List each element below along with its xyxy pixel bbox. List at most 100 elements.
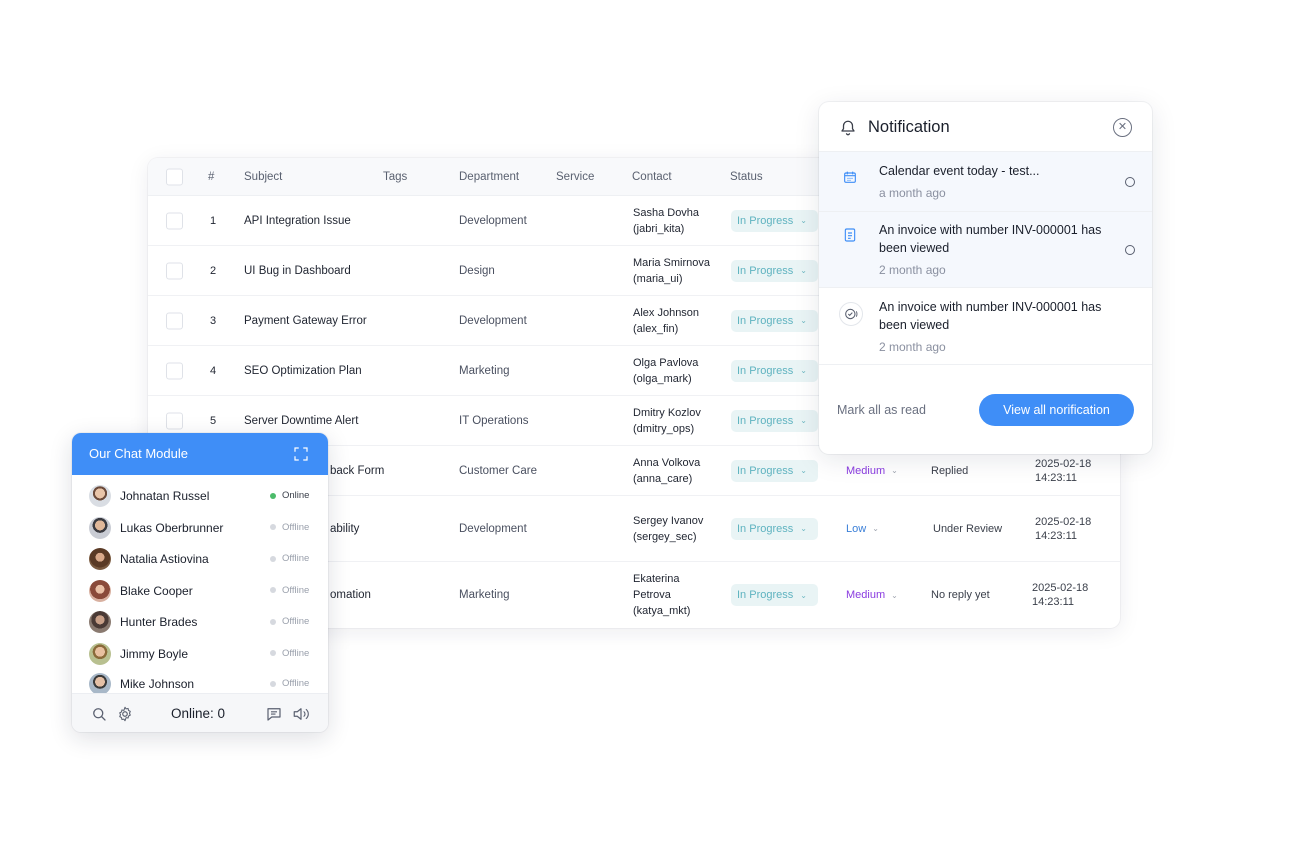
chat-user[interactable]: Mike Johnson Offline — [72, 669, 328, 693]
row-subject[interactable]: UI Bug in Dashboard — [244, 265, 351, 277]
notification-text: Calendar event today - test... — [879, 164, 1040, 178]
chat-user-list[interactable]: Johnatan Russel Online Lukas Oberbrunner… — [72, 481, 328, 693]
status-dropdown[interactable]: In Progress ⌄ — [731, 259, 818, 282]
chevron-down-icon: ⌄ — [800, 216, 807, 225]
chat-user[interactable]: Jimmy Boyle Offline — [72, 639, 328, 670]
row-checkbox[interactable] — [166, 362, 183, 379]
row-checkbox[interactable] — [166, 312, 183, 329]
row-date: 2025-02-18 14:23:11 — [1035, 457, 1092, 484]
header-contact[interactable]: Contact — [632, 171, 672, 183]
header-num[interactable]: # — [208, 171, 214, 183]
notification-item[interactable]: An invoice with number INV-000001 has be… — [819, 288, 1152, 365]
row-department: Marketing — [459, 589, 510, 601]
status-dropdown[interactable]: In Progress ⌄ — [731, 409, 818, 432]
user-status-label: Offline — [282, 553, 310, 564]
user-status: Offline — [270, 553, 309, 564]
search-icon[interactable] — [90, 705, 108, 723]
avatar — [89, 516, 111, 539]
user-name: Natalia Astiovina — [120, 552, 209, 566]
row-subject[interactable]: Server Downtime Alert — [244, 415, 358, 427]
unread-indicator[interactable] — [1125, 177, 1135, 187]
chat-user[interactable]: Natalia Astiovina Offline — [72, 544, 328, 575]
notification-time: 2 month ago — [879, 263, 946, 277]
user-status-label: Offline — [282, 584, 310, 596]
row-department: Development — [459, 314, 527, 327]
notification-item[interactable]: An invoice with number INV-000001 has be… — [819, 212, 1152, 288]
header-service[interactable]: Service — [556, 171, 594, 183]
status-label: In Progress — [737, 464, 794, 477]
user-name: Johnatan Russel — [120, 489, 210, 503]
speaker-icon[interactable] — [291, 705, 311, 723]
row-subject[interactable]: SEO Optimization Plan — [244, 365, 362, 377]
close-icon[interactable]: ✕ — [1113, 118, 1132, 137]
user-name: Lukas Oberbrunner — [120, 520, 224, 535]
notification-footer: Mark all as read View all norification — [819, 365, 1152, 454]
message-icon[interactable] — [265, 705, 283, 723]
header-tags[interactable]: Tags — [383, 171, 407, 183]
mark-all-read-link[interactable]: Mark all as read — [837, 403, 926, 417]
status-dropdown[interactable]: In Progress ⌄ — [731, 209, 818, 232]
row-contact: Dmitry Kozlov (dmitry_ops) — [633, 406, 701, 435]
notification-item[interactable]: Calendar event today - test... a month a… — [819, 152, 1152, 212]
row-subject[interactable]: Payment Gateway Error — [244, 315, 367, 327]
row-subject[interactable]: ability — [330, 523, 359, 535]
chevron-down-icon: ⌄ — [891, 590, 898, 600]
user-status: Offline — [270, 648, 309, 659]
expand-icon[interactable] — [292, 445, 310, 463]
user-status: Offline — [270, 616, 309, 627]
row-subject[interactable]: omation — [330, 589, 371, 601]
status-dropdown[interactable]: In Progress ⌄ — [731, 359, 818, 382]
select-all-checkbox[interactable] — [166, 168, 183, 185]
chevron-down-icon: ⌄ — [800, 416, 807, 425]
chat-user[interactable]: Johnatan Russel Online — [72, 481, 328, 512]
status-dropdown[interactable]: In Progress ⌄ — [731, 584, 818, 606]
row-checkbox[interactable] — [166, 212, 183, 229]
notification-time: a month ago — [879, 186, 946, 200]
row-subject[interactable]: back Form — [330, 465, 384, 477]
reply-status: Under Review — [933, 522, 1003, 535]
user-status-label: Offline — [282, 521, 310, 533]
row-subject[interactable]: API Integration Issue — [244, 215, 351, 227]
user-name: Blake Cooper — [120, 583, 193, 598]
chevron-down-icon: ⌄ — [800, 316, 807, 325]
header-status[interactable]: Status — [730, 171, 763, 183]
priority-label: Low — [846, 522, 867, 535]
row-checkbox[interactable] — [166, 262, 183, 279]
row-date: 2025-02-18 14:23:11 — [1032, 582, 1089, 608]
notification-title: Notification — [868, 118, 950, 136]
notification-header: Notification ✕ — [819, 102, 1152, 152]
user-status: Offline — [270, 585, 309, 596]
status-label: In Progress — [737, 522, 794, 535]
offline-dot-icon — [270, 555, 276, 562]
priority-dropdown[interactable]: Low ⌄ — [846, 523, 879, 535]
chevron-down-icon: ⌄ — [872, 524, 879, 533]
row-contact: Alex Johnson (alex_fin) — [633, 306, 700, 335]
status-dropdown[interactable]: In Progress ⌄ — [731, 459, 818, 482]
row-department: Development — [459, 214, 527, 227]
offline-dot-icon — [270, 680, 276, 687]
unread-indicator[interactable] — [1125, 245, 1135, 255]
header-subject[interactable]: Subject — [244, 171, 282, 183]
chat-footer: Online: 0 — [72, 693, 328, 732]
row-num: 3 — [209, 314, 217, 327]
priority-dropdown[interactable]: Medium ⌄ — [846, 465, 898, 477]
status-label: In Progress — [737, 264, 794, 277]
row-checkbox[interactable] — [166, 412, 183, 429]
chat-user[interactable]: Lukas Oberbrunner Offline — [72, 513, 328, 544]
chat-user[interactable]: Hunter Brades Offline — [72, 607, 328, 638]
chat-user[interactable]: Blake Cooper Offline — [72, 576, 328, 607]
header-department[interactable]: Department — [459, 171, 519, 183]
row-num: 1 — [209, 214, 217, 227]
view-all-button[interactable]: View all norification — [979, 394, 1134, 426]
gear-icon[interactable] — [116, 705, 134, 723]
priority-dropdown[interactable]: Medium ⌄ — [846, 589, 898, 601]
user-status: Online — [270, 490, 309, 501]
chat-header: Our Chat Module — [72, 433, 328, 475]
offline-dot-icon — [270, 524, 276, 530]
offline-dot-icon — [270, 618, 276, 625]
status-dropdown[interactable]: In Progress ⌄ — [731, 517, 818, 540]
offline-dot-icon — [270, 650, 276, 656]
row-num: 4 — [209, 364, 217, 377]
status-dropdown[interactable]: In Progress ⌄ — [731, 309, 818, 332]
row-contact: Ekaterina Petrova (katya_mkt) — [633, 573, 691, 617]
